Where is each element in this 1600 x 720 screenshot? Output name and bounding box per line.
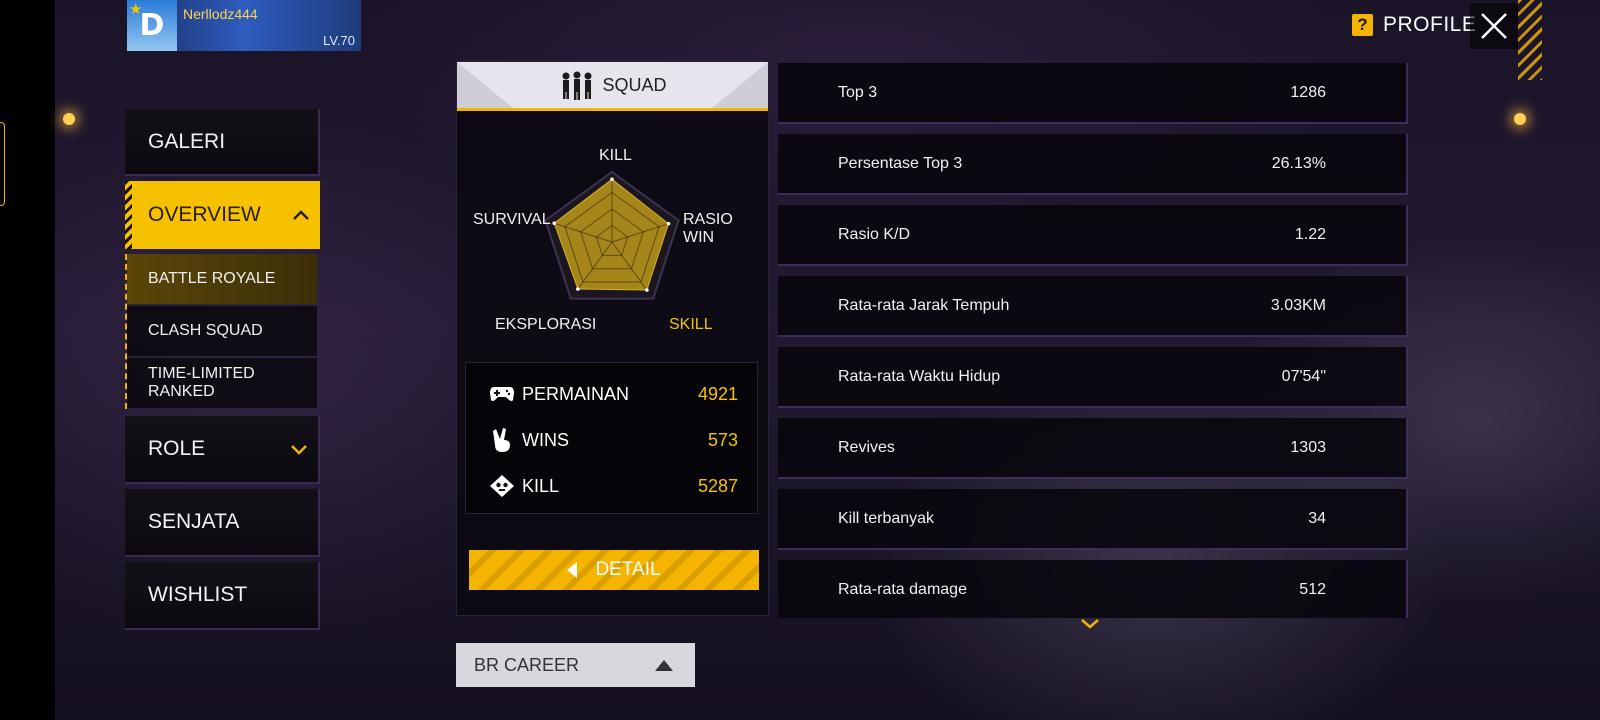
stat-label: WINS bbox=[522, 429, 569, 450]
nav-item-role[interactable]: ROLE bbox=[125, 416, 320, 484]
list-item: Rata-rata Waktu Hidup 07'54" bbox=[778, 347, 1408, 408]
player-name: Nerllodz444 bbox=[183, 6, 258, 22]
stat-row-value: 1.22 bbox=[1294, 225, 1326, 243]
squad-mode-label: SQUAD bbox=[602, 74, 667, 95]
sub-item-label: CLASH SQUAD bbox=[148, 322, 263, 339]
radar-label-skill: SKILL bbox=[669, 316, 713, 333]
stat-row-value: 07'54" bbox=[1281, 367, 1326, 385]
stat-row-value: 1303 bbox=[1290, 438, 1326, 456]
background-light bbox=[63, 113, 75, 125]
arrow-left-icon bbox=[567, 562, 578, 578]
overview-submenu: BATTLE ROYALE CLASH SQUAD TIME-LIMITED R… bbox=[125, 254, 318, 409]
nav-item-galeri[interactable]: GALERI bbox=[125, 109, 320, 176]
list-item: Rata-rata Jarak Tempuh 3.03KM bbox=[778, 276, 1408, 337]
stat-row-label: Revives bbox=[838, 438, 895, 456]
radar-point-eksplorasi bbox=[576, 287, 580, 291]
corner-stripe-decoration bbox=[1518, 0, 1542, 80]
stat-label: KILL bbox=[522, 475, 560, 496]
list-item: Rasio K/D 1.22 bbox=[778, 205, 1408, 266]
squad-stats-box: PERMAINAN 4921 WINS 573 KILL 5287 bbox=[465, 362, 758, 514]
stat-row-label: Rata-rata Jarak Tempuh bbox=[838, 296, 1010, 314]
stat-row-kill: KILL 5287 bbox=[488, 471, 738, 501]
player-card[interactable]: D ★ Nerllodz444 LV.70 bbox=[127, 0, 361, 51]
nav-label: WISHLIST bbox=[148, 583, 248, 606]
nav-label: OVERVIEW bbox=[148, 203, 261, 226]
career-stat-list[interactable]: Top 3 1286 Persentase Top 3 26.13% Rasio… bbox=[778, 63, 1410, 618]
stat-row-label: Rata-rata Waktu Hidup bbox=[838, 367, 1001, 385]
radar-label-survival: SURVIVAL bbox=[473, 211, 551, 228]
stat-row-value: 26.13% bbox=[1271, 154, 1326, 172]
list-item: Kill terbanyak 34 bbox=[778, 489, 1408, 550]
stat-row-wins: WINS 573 bbox=[488, 425, 738, 455]
stat-value: 5287 bbox=[697, 475, 738, 496]
triangle-up-icon bbox=[655, 659, 673, 671]
nav-item-overview[interactable]: OVERVIEW bbox=[125, 181, 320, 249]
stat-row-value: 1286 bbox=[1290, 83, 1326, 101]
list-item: Revives 1303 bbox=[778, 418, 1408, 479]
stat-row-value: 512 bbox=[1299, 580, 1326, 598]
radar-point-rasio-win bbox=[666, 221, 671, 226]
nav-label: SENJATA bbox=[148, 510, 240, 533]
stat-row-permainan: PERMAINAN 4921 bbox=[488, 379, 738, 409]
squad-mode-header[interactable]: SQUAD bbox=[457, 62, 768, 111]
side-edge-tab[interactable] bbox=[0, 122, 5, 206]
gamepad-icon bbox=[488, 381, 516, 407]
sub-item-label: BATTLE ROYALE bbox=[148, 270, 276, 287]
career-select-label: BR CAREER bbox=[474, 654, 580, 675]
stat-value: 573 bbox=[707, 429, 738, 450]
list-item: Rata-rata damage 512 bbox=[778, 560, 1408, 618]
sub-item-time-limited-ranked[interactable]: TIME-LIMITED RANKED bbox=[127, 358, 317, 408]
close-icon bbox=[1481, 13, 1507, 39]
radar-label-eksplorasi: EKSPLORASI bbox=[495, 316, 597, 333]
sub-item-battle-royale[interactable]: BATTLE ROYALE bbox=[127, 254, 317, 304]
chevron-up-icon bbox=[293, 210, 309, 220]
stat-row-label: Kill terbanyak bbox=[838, 509, 935, 527]
squad-panel: SQUAD KILL SURVIVAL RASIO WIN EKSPLORASI… bbox=[456, 61, 769, 616]
help-icon[interactable]: ? bbox=[1352, 14, 1373, 36]
stat-row-value: 3.03KM bbox=[1270, 296, 1326, 314]
close-button[interactable] bbox=[1470, 3, 1518, 49]
victory-hand-icon bbox=[488, 427, 516, 453]
list-item: Persentase Top 3 26.13% bbox=[778, 134, 1408, 195]
stat-row-label: Persentase Top 3 bbox=[838, 154, 963, 172]
radar-point-survival bbox=[552, 221, 557, 226]
stat-row-label: Top 3 bbox=[838, 83, 878, 101]
skull-icon bbox=[488, 473, 516, 499]
detail-button[interactable]: DETAIL bbox=[469, 550, 759, 590]
stat-value: 4921 bbox=[697, 383, 738, 404]
left-black-bar bbox=[0, 0, 55, 720]
radar-label-rasio-win: RASIO WIN bbox=[683, 211, 733, 246]
sub-item-clash-squad[interactable]: CLASH SQUAD bbox=[127, 306, 317, 356]
stat-row-label: Rasio K/D bbox=[838, 225, 911, 243]
profile-button[interactable]: ? PROFILE bbox=[1352, 10, 1476, 40]
detail-label: DETAIL bbox=[595, 559, 661, 580]
squad-icon bbox=[562, 71, 592, 100]
star-icon: ★ bbox=[129, 1, 143, 18]
radar-label-kill: KILL bbox=[599, 147, 632, 164]
radar-point-kill bbox=[610, 177, 614, 182]
player-level: LV.70 bbox=[323, 33, 355, 48]
radar-point-skill bbox=[645, 288, 649, 292]
list-item: Top 3 1286 bbox=[778, 63, 1408, 124]
chevron-down-icon bbox=[291, 445, 307, 455]
stat-row-value: 34 bbox=[1308, 509, 1326, 527]
career-select[interactable]: BR CAREER bbox=[456, 643, 695, 687]
sub-item-label: TIME-LIMITED RANKED bbox=[148, 365, 255, 400]
nav-label: ROLE bbox=[148, 437, 206, 460]
stat-row-label: Rata-rata damage bbox=[838, 580, 967, 598]
background-light bbox=[1514, 113, 1526, 125]
profile-label: PROFILE bbox=[1383, 13, 1477, 36]
nav-item-wishlist[interactable]: WISHLIST bbox=[125, 562, 320, 630]
stat-label: PERMAINAN bbox=[522, 383, 630, 404]
chevron-down-icon[interactable] bbox=[1080, 618, 1100, 630]
nav-label: GALERI bbox=[148, 129, 226, 153]
nav-item-senjata[interactable]: SENJATA bbox=[125, 489, 320, 557]
